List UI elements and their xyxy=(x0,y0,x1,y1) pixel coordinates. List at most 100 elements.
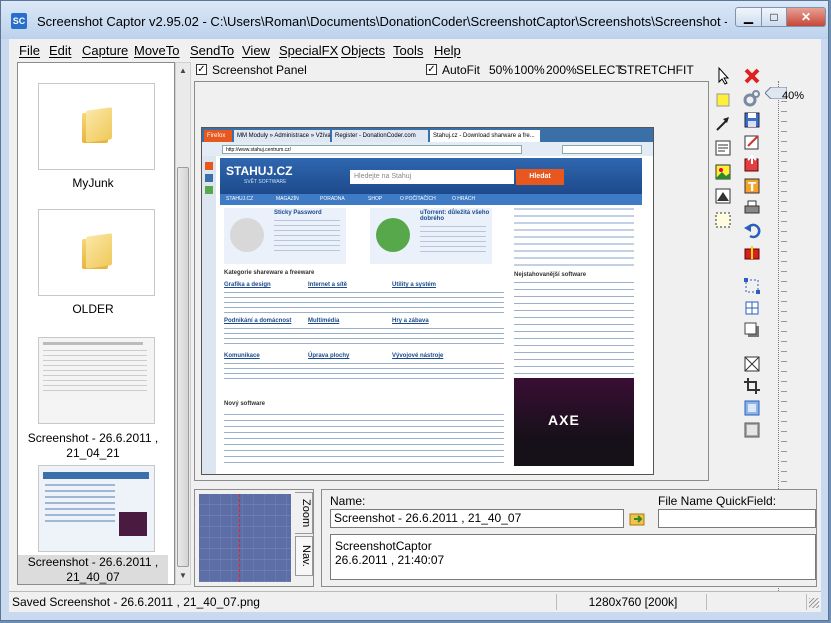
site-nav-item: MAGAZÍN xyxy=(276,196,299,202)
menu-moveto[interactable]: MoveTo xyxy=(134,43,180,58)
navigator-preview[interactable] xyxy=(199,494,291,582)
panel-header: ✓ Screenshot Panel ✓ AutoFit 50% 100% 20… xyxy=(196,62,711,79)
shadow-icon[interactable] xyxy=(742,320,762,340)
right-column: Nejstahovanější software AXE xyxy=(512,208,637,470)
menu-edit[interactable]: Edit xyxy=(49,43,71,58)
pen-arrow-icon[interactable] xyxy=(713,114,733,134)
apply-rename-icon[interactable] xyxy=(629,510,647,527)
minimize-button[interactable]: ▁ xyxy=(735,7,762,27)
zoom-200-button[interactable]: 200% xyxy=(546,63,577,77)
menu-help[interactable]: Help xyxy=(434,43,461,58)
print-icon[interactable] xyxy=(742,198,762,218)
close-button[interactable]: ✕ xyxy=(786,7,826,27)
file-info-panel: Name: Screenshot - 26.6.2011 , 21_40_07 … xyxy=(321,489,817,587)
screenshot-panel-checkbox[interactable]: ✓ xyxy=(196,64,207,75)
delete-icon[interactable] xyxy=(742,66,762,86)
thumbnail-list[interactable]: MyJunk OLDER Screenshot - 26.6.2011 , 21… xyxy=(17,62,175,585)
site-nav-item: STAHUJ.CZ xyxy=(226,196,254,202)
scroll-down-arrow[interactable]: ▼ xyxy=(176,568,190,584)
thumbnail-scrollbar[interactable]: ▲ ▼ xyxy=(175,62,191,585)
edit-icon[interactable] xyxy=(742,132,762,152)
svg-text:T: T xyxy=(748,180,757,194)
scroll-up-arrow[interactable]: ▲ xyxy=(176,63,190,79)
maximize-button[interactable]: □ xyxy=(761,7,787,27)
thumbnail-folder-older[interactable] xyxy=(38,209,155,296)
autofit-checkbox[interactable]: ✓ xyxy=(426,64,437,75)
image-icon[interactable] xyxy=(713,162,733,182)
trim-icon[interactable] xyxy=(742,376,762,396)
text-tool-icon[interactable]: T xyxy=(742,176,762,196)
blur-icon[interactable] xyxy=(742,354,762,374)
browser-tab: Firefox xyxy=(204,130,232,142)
settings-icon[interactable] xyxy=(742,88,762,108)
promo-title: uTorrent: důležitá všeho dobrého xyxy=(420,210,490,222)
save-icon[interactable] xyxy=(742,110,762,130)
border-icon[interactable] xyxy=(742,420,762,440)
highlight-icon[interactable] xyxy=(713,90,733,110)
zoom-100-button[interactable]: 100% xyxy=(514,63,545,77)
screenshot-viewport[interactable]: Firefox MM Moduly » Administrace » Vžíva… xyxy=(194,81,709,481)
sidebar-icon xyxy=(205,162,213,170)
tab-zoom[interactable]: Zoom xyxy=(295,492,313,534)
export-icon[interactable] xyxy=(742,154,762,174)
menu-view[interactable]: View xyxy=(242,43,270,58)
folder-icon xyxy=(82,107,112,143)
promo-box: Sticky Password xyxy=(224,208,346,264)
thumbnail-folder-myjunk[interactable] xyxy=(38,83,155,170)
browser-search-box xyxy=(562,145,642,154)
category-link: Internet a sítě xyxy=(308,282,348,288)
captured-image: Firefox MM Moduly » Administrace » Vžíva… xyxy=(201,127,654,475)
sidebar-icon xyxy=(205,186,213,194)
thumbnail-screenshot-2[interactable] xyxy=(38,465,155,552)
menu-objects[interactable]: Objects xyxy=(341,43,385,58)
resize-grip[interactable] xyxy=(809,598,819,608)
new-software-heading: Nový software xyxy=(224,401,266,407)
folder-icon xyxy=(82,233,112,269)
zoom-50-button[interactable]: 50% xyxy=(489,63,513,77)
name-label: Name: xyxy=(330,494,366,508)
browser-tab-strip: Firefox MM Moduly » Administrace » Vžíva… xyxy=(202,128,653,142)
categories-heading: Kategorie shareware a freeware xyxy=(224,270,315,276)
select-rect-icon[interactable] xyxy=(713,210,733,230)
status-message: Saved Screenshot - 26.6.2011 , 21_40_07.… xyxy=(9,594,557,610)
screenshot-panel-label: Screenshot Panel xyxy=(212,63,307,77)
thumbnail-preview-line xyxy=(43,342,143,345)
menu-specialfx[interactable]: SpecialFX xyxy=(279,43,338,58)
quickfield-input[interactable] xyxy=(658,509,816,528)
category-link: Vývojové nástroje xyxy=(392,353,444,359)
text-note-icon[interactable] xyxy=(713,138,733,158)
menu-sendto[interactable]: SendTo xyxy=(190,43,234,58)
menu-tools[interactable]: Tools xyxy=(393,43,423,58)
gift-icon[interactable] xyxy=(742,242,762,262)
pointer-icon[interactable] xyxy=(713,66,733,86)
select-button[interactable]: SELECT xyxy=(576,63,623,77)
thumbnail-label: OLDER xyxy=(72,302,114,316)
comment-textarea[interactable]: ScreenshotCaptor 26.6.2011 , 21:40:07 xyxy=(330,534,816,580)
app-icon: SC xyxy=(11,13,27,29)
category-link: Hry a zábava xyxy=(392,318,429,324)
thumbnail-screenshot-1[interactable] xyxy=(38,337,155,424)
thumbnail-preview-header xyxy=(43,472,149,479)
promo-title: Sticky Password xyxy=(274,210,322,216)
tab-nav[interactable]: Nav. xyxy=(295,536,313,576)
stretchfit-button[interactable]: STRETCHFIT xyxy=(619,63,694,77)
promo-box: uTorrent: důležitá všeho dobrého xyxy=(370,208,492,264)
site-nav-item: O POČÍTAČÍCH xyxy=(400,196,436,202)
stamp-icon[interactable] xyxy=(713,186,733,206)
name-field[interactable]: Screenshot - 26.6.2011 , 21_40_07 xyxy=(330,509,624,528)
site-nav-item: SHOP xyxy=(368,196,383,202)
thumbnail-label-selected: 21_40_07 xyxy=(18,570,168,584)
undo-icon[interactable] xyxy=(742,220,762,240)
navigator-panel[interactable]: Zoom Nav. xyxy=(194,489,314,587)
scroll-thumb[interactable] xyxy=(177,167,189,567)
frame-icon[interactable] xyxy=(742,398,762,418)
title-bar[interactable]: SC Screenshot Captor v2.95.02 - C:\Users… xyxy=(1,1,828,39)
menu-bar: File Edit Capture MoveTo SendTo View Spe… xyxy=(9,39,821,61)
thumbnail-label: 21_04_21 xyxy=(66,446,120,460)
crop-icon[interactable] xyxy=(742,276,762,296)
status-bar: Saved Screenshot - 26.6.2011 , 21_40_07.… xyxy=(9,591,821,612)
resize-icon[interactable] xyxy=(742,298,762,318)
menu-capture[interactable]: Capture xyxy=(82,43,128,58)
browser-tab: MM Moduly » Administrace » Vžíval... xyxy=(234,130,330,142)
menu-file[interactable]: File xyxy=(19,43,40,58)
